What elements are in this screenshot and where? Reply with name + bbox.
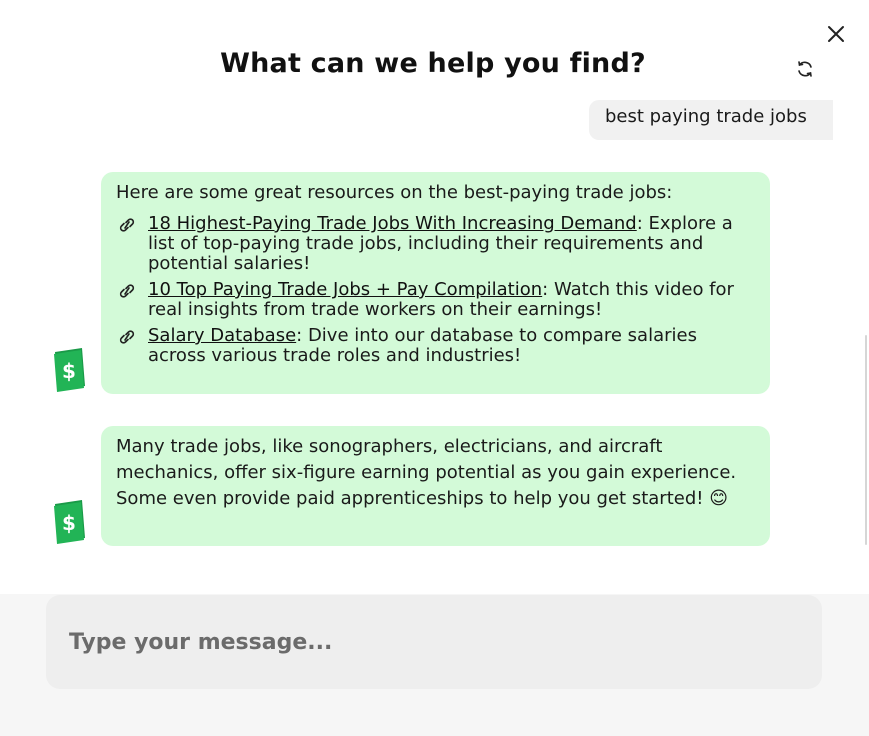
resource-item: Salary Database: Dive into our database … bbox=[116, 326, 752, 366]
user-message-text: best paying trade jobs bbox=[605, 106, 807, 127]
bot-avatar-dollar-bill-icon: $ bbox=[52, 346, 88, 392]
refresh-icon bbox=[798, 61, 812, 77]
link-icon bbox=[116, 326, 148, 366]
bot-message-text: Many trade jobs, like sonographers, elec… bbox=[116, 436, 737, 509]
svg-text:$: $ bbox=[62, 359, 76, 383]
resource-item: 10 Top Paying Trade Jobs + Pay Compilati… bbox=[116, 280, 752, 320]
resource-link[interactable]: 10 Top Paying Trade Jobs + Pay Compilati… bbox=[148, 279, 542, 300]
link-icon bbox=[116, 214, 148, 274]
chat-panel: best paying trade jobs Here are some gre… bbox=[0, 0, 869, 590]
user-message-bubble: best paying trade jobs bbox=[589, 100, 833, 140]
chat-scrollbar[interactable] bbox=[863, 335, 869, 545]
close-icon bbox=[828, 26, 844, 42]
resource-item: 18 Highest-Paying Trade Jobs With Increa… bbox=[116, 214, 752, 274]
scrollbar-thumb[interactable] bbox=[865, 335, 867, 545]
bot-avatar-dollar-bill-icon: $ bbox=[52, 498, 88, 544]
bot-message-bubble: Many trade jobs, like sonographers, elec… bbox=[101, 426, 770, 546]
refresh-button[interactable] bbox=[792, 56, 818, 82]
svg-text:$: $ bbox=[62, 511, 76, 535]
bot-message-intro: Here are some great resources on the bes… bbox=[116, 182, 673, 203]
resource-link[interactable]: Salary Database bbox=[148, 325, 296, 346]
close-button[interactable] bbox=[822, 20, 850, 48]
bot-message-bubble: Here are some great resources on the bes… bbox=[101, 172, 770, 394]
page-title: What can we help you find? bbox=[220, 48, 646, 79]
link-icon bbox=[116, 280, 148, 320]
message-input[interactable] bbox=[46, 595, 822, 689]
resource-link[interactable]: 18 Highest-Paying Trade Jobs With Increa… bbox=[148, 213, 637, 234]
